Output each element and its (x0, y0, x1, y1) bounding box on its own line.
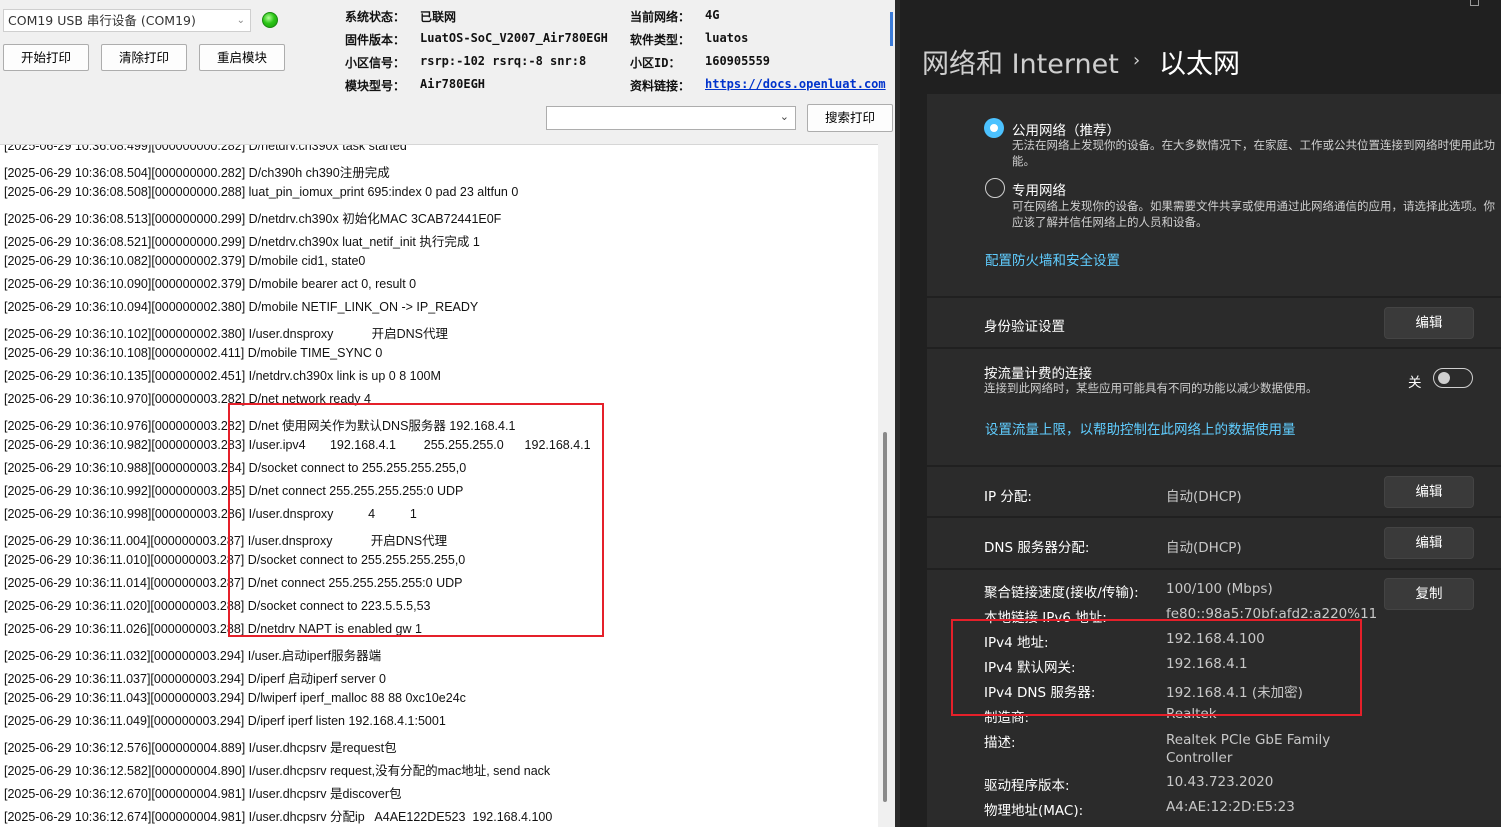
cell-id-value: 160905559 (705, 54, 771, 68)
software-type-label: 软件类型： (630, 33, 691, 47)
search-keyword-select[interactable]: ⌄ (546, 106, 796, 130)
breadcrumb-chevron-icon: › (1133, 50, 1141, 71)
log-line: [2025-06-29 10:36:10.090][000000002.379]… (4, 277, 417, 291)
dns-edit-button[interactable]: 编辑 (1384, 527, 1474, 559)
log-line: [2025-06-29 10:36:10.082][000000002.379]… (4, 254, 366, 268)
com-port-select[interactable]: COM19 USB 串行设备 (COM19) ⌄ (3, 9, 251, 32)
private-network-title: 专用网络 (1012, 183, 1066, 199)
clear-print-button[interactable]: 清除打印 (101, 44, 187, 71)
log-line: [2025-06-29 10:36:08.499][000000000.282]… (4, 144, 407, 153)
log-line: [2025-06-29 10:36:12.576][000000004.889]… (4, 741, 397, 755)
prop-label: 聚合链接速度(接收/传输): (984, 585, 1139, 601)
highlight-box-log (228, 403, 604, 637)
log-line: [2025-06-29 10:36:08.508][000000000.288]… (4, 185, 519, 199)
com-port-value: COM19 USB 串行设备 (COM19) (8, 13, 196, 28)
metered-toggle[interactable] (1433, 368, 1473, 388)
log-line: [2025-06-29 10:36:11.037][000000003.294]… (4, 672, 386, 686)
log-line: [2025-06-29 10:36:11.049][000000003.294]… (4, 714, 446, 728)
copy-properties-button[interactable]: 复制 (1384, 578, 1474, 610)
private-network-desc: 可在网络上发现你的设备。如果需要文件共享或使用通过此网络通信的应用，请选择此选项… (1012, 199, 1495, 229)
ip-assignment-label: IP 分配: (984, 489, 1032, 505)
connection-status-led (262, 12, 278, 28)
auth-settings-card: 身份验证设置 编辑 (927, 298, 1501, 347)
cell-signal-value: rsrp:-102 rsrq:-8 snr:8 (420, 54, 587, 68)
prop-value: Realtek PCIe GbE Family Controller (1166, 732, 1331, 766)
ip-assignment-value: 自动(DHCP) (1166, 489, 1242, 505)
chevron-down-icon: ⌄ (236, 15, 245, 26)
page-title: 以太网 (1159, 49, 1240, 80)
start-print-button[interactable]: 开始打印 (3, 44, 89, 71)
search-print-button[interactable]: 搜索打印 (807, 104, 893, 132)
module-model-value: Air780EGH (420, 77, 486, 91)
prop-label: 描述: (984, 735, 1016, 751)
log-line: [2025-06-29 10:36:12.582][000000004.890]… (4, 764, 551, 778)
prop-value: A4:AE:12:2D:E5:23 (1166, 799, 1295, 815)
ip-edit-button[interactable]: 编辑 (1384, 476, 1474, 508)
auth-settings-label: 身份验证设置 (984, 319, 1065, 335)
public-network-radio[interactable] (985, 119, 1003, 137)
system-status-value: 已联网 (420, 10, 457, 24)
network-profile-card: 公用网络（推荐） 无法在网络上发现你的设备。在大多数情况下，在家庭、工作或公共位… (927, 94, 1501, 296)
log-line: [2025-06-29 10:36:11.043][000000003.294]… (4, 691, 466, 705)
prop-value: 10.43.723.2020 (1166, 774, 1274, 790)
prop-label: 物理地址(MAC): (984, 803, 1084, 819)
log-line: [2025-06-29 10:36:08.521][000000000.299]… (4, 235, 480, 249)
firmware-value: LuatOS-SoC_V2007_Air780EGH (420, 31, 608, 45)
dns-assignment-card: DNS 服务器分配: 自动(DHCP) 编辑 (927, 518, 1501, 568)
chevron-down-icon: ⌄ (779, 110, 789, 123)
metered-toggle-state: 关 (1408, 375, 1422, 391)
system-status-label: 系统状态： (345, 10, 406, 24)
log-line: [2025-06-29 10:36:10.135][000000002.451]… (4, 369, 441, 383)
metered-title: 按流量计费的连接 (984, 366, 1092, 382)
metered-desc: 连接到此网络时，某些应用可能具有不同的功能以减少数据使用。 (984, 381, 1318, 395)
network-label: 当前网络： (630, 10, 691, 24)
highlight-box-ipv4 (951, 619, 1362, 716)
firmware-label: 固件版本： (345, 33, 406, 47)
log-line: [2025-06-29 10:36:11.032][000000003.294]… (4, 649, 382, 663)
log-line: [2025-06-29 10:36:12.670][000000004.981]… (4, 787, 402, 801)
restart-module-button[interactable]: 重启模块 (199, 44, 285, 71)
software-type-value: luatos (705, 31, 749, 45)
log-line: [2025-06-29 10:36:12.674][000000004.981]… (4, 810, 553, 824)
prop-value: 100/100 (Mbps) (1166, 581, 1273, 597)
module-model-label: 模块型号： (345, 79, 406, 93)
log-line: [2025-06-29 10:36:08.504][000000000.282]… (4, 166, 390, 180)
doc-link-label: 资料链接： (630, 79, 691, 93)
auth-edit-button[interactable]: 编辑 (1384, 307, 1474, 339)
serial-tool-panel: COM19 USB 串行设备 (COM19) ⌄ 开始打印 清除打印 重启模块 … (0, 0, 895, 827)
doc-link[interactable]: https://docs.openluat.com (705, 77, 886, 91)
ethernet-settings-panel: 网络和 Internet › 以太网 公用网络（推荐） 无法在网络上发现你的设备… (900, 0, 1501, 827)
data-limit-link[interactable]: 设置流量上限，以帮助控制在此网络上的数据使用量 (985, 418, 1296, 438)
breadcrumb-parent[interactable]: 网络和 Internet (922, 42, 1119, 81)
log-line: [2025-06-29 10:36:10.094][000000002.380]… (4, 300, 479, 314)
cell-signal-label: 小区信号： (345, 56, 406, 70)
log-scrollbar-thumb[interactable] (883, 432, 887, 802)
private-network-radio[interactable] (985, 178, 1005, 198)
log-line: [2025-06-29 10:36:10.108][000000002.411]… (4, 346, 383, 360)
window-control-icon (1470, 0, 1479, 6)
prop-label: 驱动程序版本: (984, 778, 1070, 794)
firewall-settings-link[interactable]: 配置防火墙和安全设置 (985, 249, 1120, 269)
cell-id-label: 小区ID： (630, 56, 681, 70)
dns-assignment-label: DNS 服务器分配: (984, 540, 1090, 556)
ip-assignment-card: IP 分配: 自动(DHCP) 编辑 (927, 467, 1501, 516)
window-edge-accent (890, 12, 893, 46)
public-network-desc: 无法在网络上发现你的设备。在大多数情况下，在家庭、工作或公共位置连接到网络时使用… (1012, 138, 1495, 168)
metered-connection-card: 按流量计费的连接 连接到此网络时，某些应用可能具有不同的功能以减少数据使用。 关… (927, 349, 1501, 465)
log-line: [2025-06-29 10:36:08.513][000000000.299]… (4, 212, 502, 226)
dns-assignment-value: 自动(DHCP) (1166, 540, 1242, 556)
public-network-title: 公用网络（推荐） (1012, 123, 1120, 139)
log-line: [2025-06-29 10:36:10.102][000000002.380]… (4, 327, 449, 341)
network-value: 4G (705, 8, 720, 22)
